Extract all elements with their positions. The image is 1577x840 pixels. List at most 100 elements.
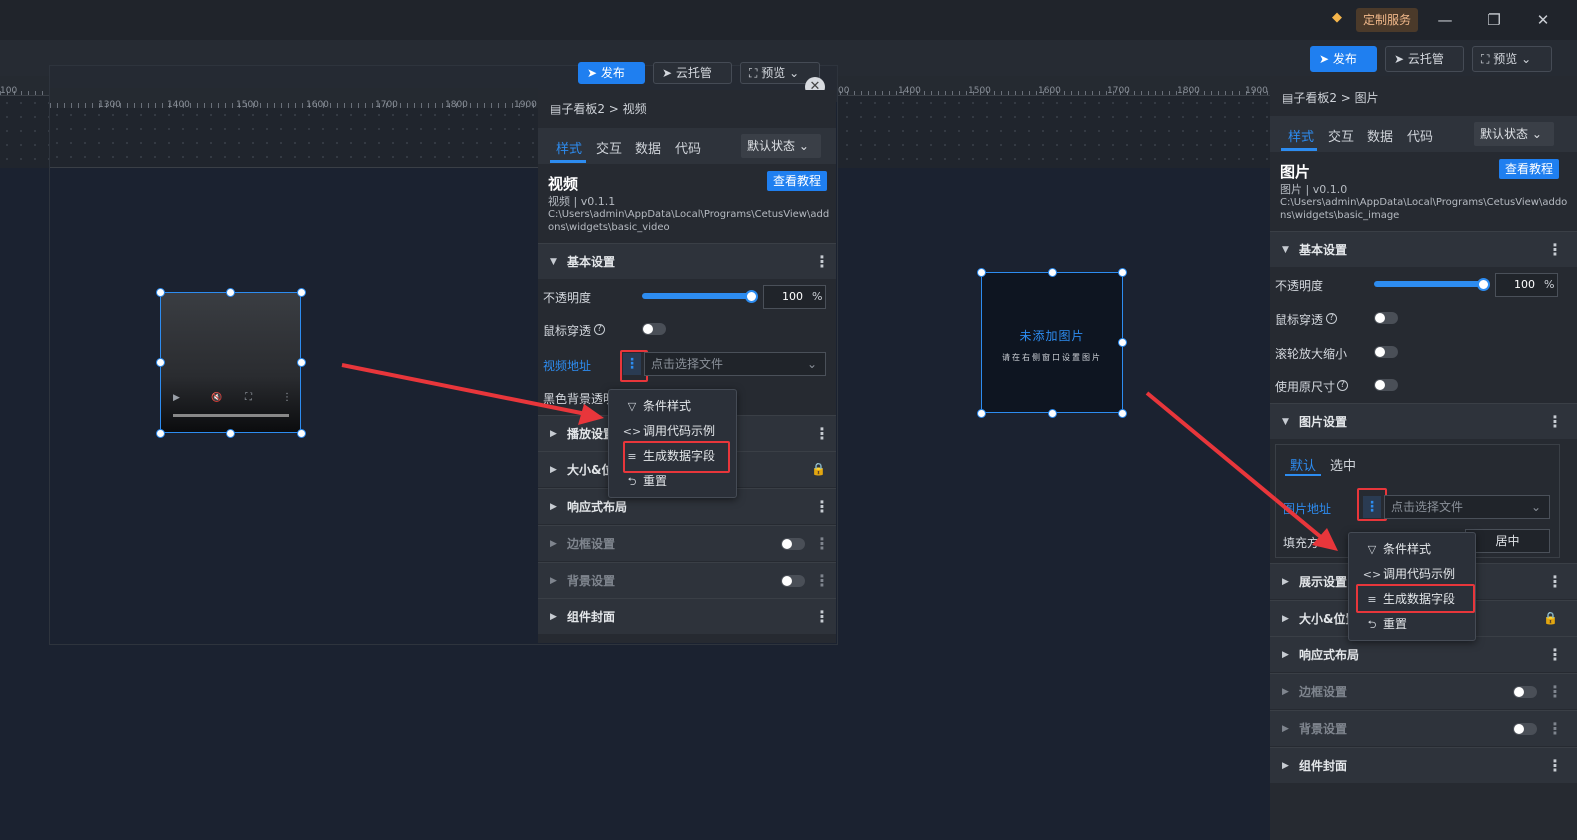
opacity-slider-knob[interactable] — [745, 290, 758, 303]
opacity-slider-knob[interactable] — [1477, 278, 1490, 291]
more-vertical-icon[interactable]: ⋮ — [1547, 748, 1563, 784]
tab-style[interactable]: 样式 — [556, 138, 582, 157]
section-label: 组件封面 — [567, 610, 616, 624]
section-border[interactable]: ▶ 边框设置 ⋮ — [1270, 673, 1577, 709]
more-vertical-icon[interactable]: ⋮ — [1547, 674, 1563, 710]
background-toggle[interactable] — [781, 575, 805, 587]
tab-interaction[interactable]: 交互 — [1328, 126, 1354, 145]
resize-handle[interactable] — [297, 358, 306, 367]
more-vertical-icon[interactable]: ⋮ — [1547, 711, 1563, 747]
section-background[interactable]: ▶ 背景设置 ⋮ — [1270, 710, 1577, 746]
tutorial-button[interactable]: 查看教程 — [1499, 159, 1560, 179]
border-toggle[interactable] — [1513, 686, 1537, 698]
menu-item-condition-style[interactable]: ▽ 条件样式 — [621, 394, 691, 419]
resize-handle[interactable] — [977, 268, 986, 277]
tab-data[interactable]: 数据 — [635, 138, 661, 157]
opacity-slider[interactable] — [642, 293, 752, 299]
resize-handle[interactable] — [1048, 409, 1057, 418]
more-vertical-icon[interactable]: ⋮ — [814, 599, 830, 635]
section-basic[interactable]: ▼ 基本设置 ⋮ — [538, 243, 836, 279]
caret-right-icon: ▶ — [1282, 577, 1289, 587]
video-file-input[interactable]: 点击选择文件 ⌄ — [644, 352, 826, 376]
state-select[interactable]: 默认状态 ⌄ — [1474, 122, 1554, 146]
background-toggle[interactable] — [1513, 723, 1537, 735]
section-responsive[interactable]: ▶ 响应式布局 ⋮ — [1270, 636, 1577, 672]
state-select[interactable]: 默认状态 ⌄ — [741, 134, 821, 158]
video-widget[interactable]: ▶ 🔇 ⛶ ⋮ — [160, 292, 301, 433]
custom-service-button[interactable]: 定制服务 — [1356, 8, 1418, 32]
widget-title: 视频 — [548, 175, 579, 193]
resize-handle[interactable] — [1118, 268, 1127, 277]
section-basic[interactable]: ▼ 基本设置 ⋮ — [1270, 231, 1577, 267]
resize-handle[interactable] — [156, 429, 165, 438]
mouse-through-label: 鼠标穿透 — [1275, 313, 1324, 327]
more-vertical-icon[interactable]: ⋮ — [814, 526, 830, 562]
mouse-through-toggle[interactable] — [1374, 312, 1398, 324]
wheel-zoom-toggle[interactable] — [1374, 346, 1398, 358]
caret-right-icon: ▶ — [1282, 687, 1289, 697]
section-cover[interactable]: ▶ 组件封面 ⋮ — [538, 598, 836, 634]
more-vertical-icon[interactable]: ⋮ — [1547, 404, 1563, 440]
tab-code[interactable]: 代码 — [1407, 126, 1433, 145]
more-vertical-icon[interactable]: ⋮ — [1547, 232, 1563, 268]
help-icon[interactable]: ? — [1326, 313, 1337, 324]
original-size-toggle[interactable] — [1374, 379, 1398, 391]
mute-icon: 🔇 — [211, 393, 223, 403]
section-image[interactable]: ▼ 图片设置 ⋮ — [1270, 403, 1577, 439]
mouse-through-toggle[interactable] — [642, 323, 666, 335]
inset-publish-button[interactable]: ➤ 发布 — [578, 62, 645, 84]
border-toggle[interactable] — [781, 538, 805, 550]
more-vertical-icon[interactable]: ⋮ — [814, 489, 830, 525]
cloud-hosting-button[interactable]: ➤ 云托管 — [1385, 46, 1464, 72]
minimize-icon[interactable]: — — [1435, 10, 1455, 30]
resize-handle[interactable] — [297, 288, 306, 297]
publish-button[interactable]: ➤ 发布 — [1310, 46, 1377, 72]
widget-version: 图片 | v0.1.0 — [1280, 183, 1348, 196]
tab-data[interactable]: 数据 — [1367, 126, 1393, 145]
lock-icon[interactable]: 🔒 — [1543, 611, 1558, 625]
image-file-input[interactable]: 点击选择文件 ⌄ — [1384, 495, 1550, 519]
resize-handle[interactable] — [226, 288, 235, 297]
more-vertical-icon[interactable]: ⋮ — [1547, 564, 1563, 600]
resize-handle[interactable] — [156, 358, 165, 367]
restore-icon[interactable]: ❐ — [1484, 10, 1504, 30]
resize-handle[interactable] — [1118, 409, 1127, 418]
more-vertical-icon[interactable]: ⋮ — [814, 563, 830, 599]
menu-item-condition-style[interactable]: ▽ 条件样式 — [1361, 537, 1431, 562]
tutorial-button[interactable]: 查看教程 — [767, 171, 828, 191]
ruler-label: 1700 — [1107, 86, 1130, 96]
section-border[interactable]: ▶ 边框设置 ⋮ — [538, 525, 836, 561]
tab-code[interactable]: 代码 — [675, 138, 701, 157]
subtab-default[interactable]: 默认 — [1290, 455, 1316, 474]
section-background[interactable]: ▶ 背景设置 ⋮ — [538, 562, 836, 598]
black-bg-label: 黑色背景透明 — [543, 392, 616, 406]
fill-center-option[interactable]: 居中 — [1465, 529, 1550, 553]
section-cover[interactable]: ▶ 组件封面 ⋮ — [1270, 747, 1577, 783]
resize-handle[interactable] — [977, 409, 986, 418]
resize-handle[interactable] — [1048, 268, 1057, 277]
progress-bar[interactable] — [173, 414, 289, 417]
section-label: 边框设置 — [567, 537, 616, 551]
preview-button[interactable]: ⛶ 预览 ⌄ — [1472, 46, 1552, 72]
menu-item-reset[interactable]: ⮌ 重置 — [1361, 612, 1407, 637]
resize-handle[interactable] — [1118, 338, 1127, 347]
lock-icon[interactable]: 🔒 — [811, 462, 826, 476]
help-icon[interactable]: ? — [1337, 380, 1348, 391]
help-icon[interactable]: ? — [594, 324, 605, 335]
resize-handle[interactable] — [297, 429, 306, 438]
tab-style[interactable]: 样式 — [1288, 126, 1314, 145]
chevron-down-icon: ⌄ — [798, 139, 809, 153]
resize-handle[interactable] — [226, 429, 235, 438]
close-window-icon[interactable]: ✕ — [1533, 10, 1553, 30]
toggle-knob — [643, 324, 653, 334]
image-widget[interactable]: 未添加图片 请在右侧窗口设置图片 — [981, 272, 1123, 413]
more-vertical-icon[interactable]: ⋮ — [1547, 637, 1563, 673]
fill-label: 填充方 — [1283, 536, 1320, 550]
more-vertical-icon[interactable]: ⋮ — [814, 244, 830, 280]
opacity-slider[interactable] — [1374, 281, 1484, 287]
inset-hosting-button[interactable]: ➤ 云托管 — [653, 62, 732, 84]
tab-interaction[interactable]: 交互 — [596, 138, 622, 157]
more-vertical-icon[interactable]: ⋮ — [814, 416, 830, 452]
resize-handle[interactable] — [156, 288, 165, 297]
subtab-selected[interactable]: 选中 — [1330, 455, 1356, 474]
